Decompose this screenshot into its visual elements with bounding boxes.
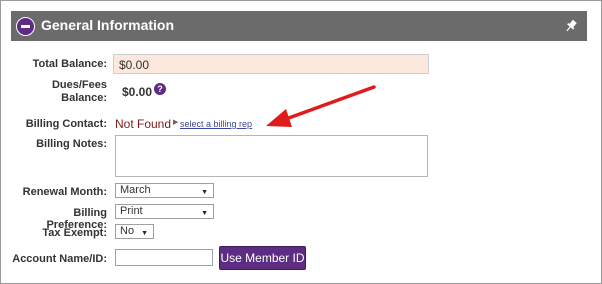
general-information-panel: General Information Total Balance: $0.00… <box>0 0 602 284</box>
renewal-month-selected: March <box>120 184 151 196</box>
renewal-month-label: Renewal Month: <box>22 186 107 198</box>
renewal-month-select[interactable]: March ▼ <box>115 183 214 198</box>
chevron-down-icon: ▼ <box>201 189 208 196</box>
help-icon[interactable]: ? <box>154 83 166 95</box>
panel-title: General Information <box>41 17 175 33</box>
tax-exempt-selected: No <box>120 225 135 237</box>
dues-fees-label-line1: Dues/Fees <box>51 79 107 91</box>
account-name-id-label: Account Name/ID: <box>12 253 107 265</box>
dues-fees-label-line2: Balance: <box>61 92 107 104</box>
chevron-down-icon: ▼ <box>141 230 148 237</box>
total-balance-field: $0.00 <box>113 54 429 74</box>
collapse-icon[interactable] <box>16 17 35 36</box>
billing-contact-label: Billing Contact: <box>25 118 107 130</box>
billing-preference-select[interactable]: Print ▼ <box>115 204 214 219</box>
billing-preference-selected: Print <box>120 205 143 217</box>
tax-exempt-select[interactable]: No ▼ <box>115 224 154 239</box>
use-member-id-button[interactable]: Use Member ID <box>219 246 306 270</box>
billing-notes-label: Billing Notes: <box>36 138 107 150</box>
total-balance-label: Total Balance: <box>32 58 107 70</box>
chevron-down-icon: ▼ <box>201 210 208 217</box>
panel-header: General Information <box>11 11 587 41</box>
account-name-id-input[interactable] <box>115 249 213 266</box>
select-billing-rep-link[interactable]: select a billing rep <box>180 119 252 129</box>
pin-icon[interactable] <box>564 19 578 33</box>
billing-contact-value: Not Found <box>115 117 172 131</box>
red-arrow-annotation <box>266 85 376 127</box>
dues-fees-value: $0.00 <box>122 85 153 99</box>
caret-right-icon: ▶ <box>173 119 179 126</box>
billing-notes-textarea[interactable] <box>115 135 428 177</box>
tax-exempt-label: Tax Exempt: <box>42 227 107 239</box>
